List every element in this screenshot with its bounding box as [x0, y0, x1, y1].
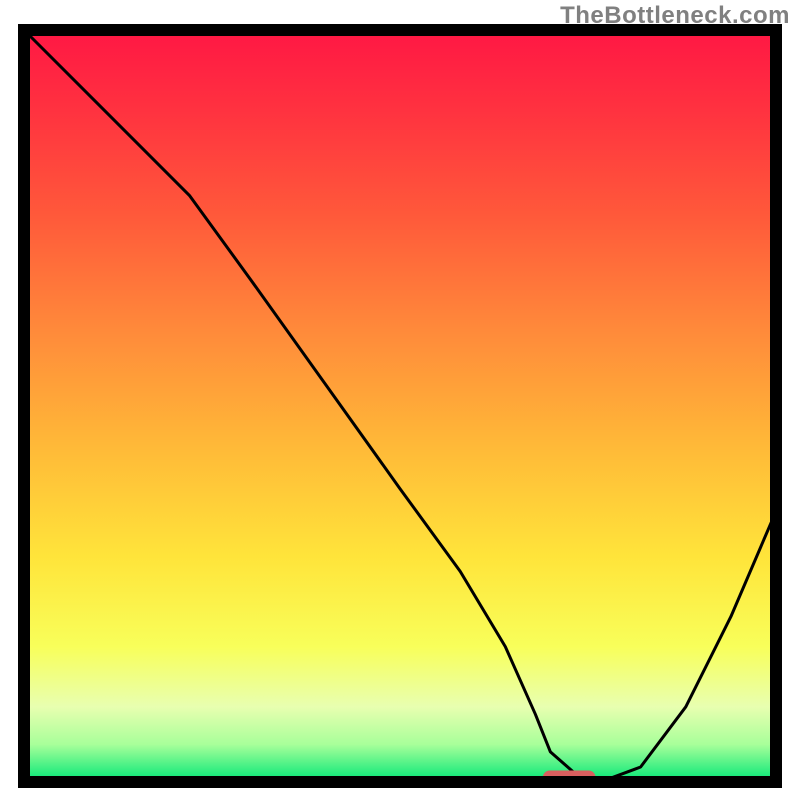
- bottleneck-chart: [0, 0, 800, 800]
- chart-container: TheBottleneck.com: [0, 0, 800, 800]
- watermark-text: TheBottleneck.com: [560, 2, 790, 30]
